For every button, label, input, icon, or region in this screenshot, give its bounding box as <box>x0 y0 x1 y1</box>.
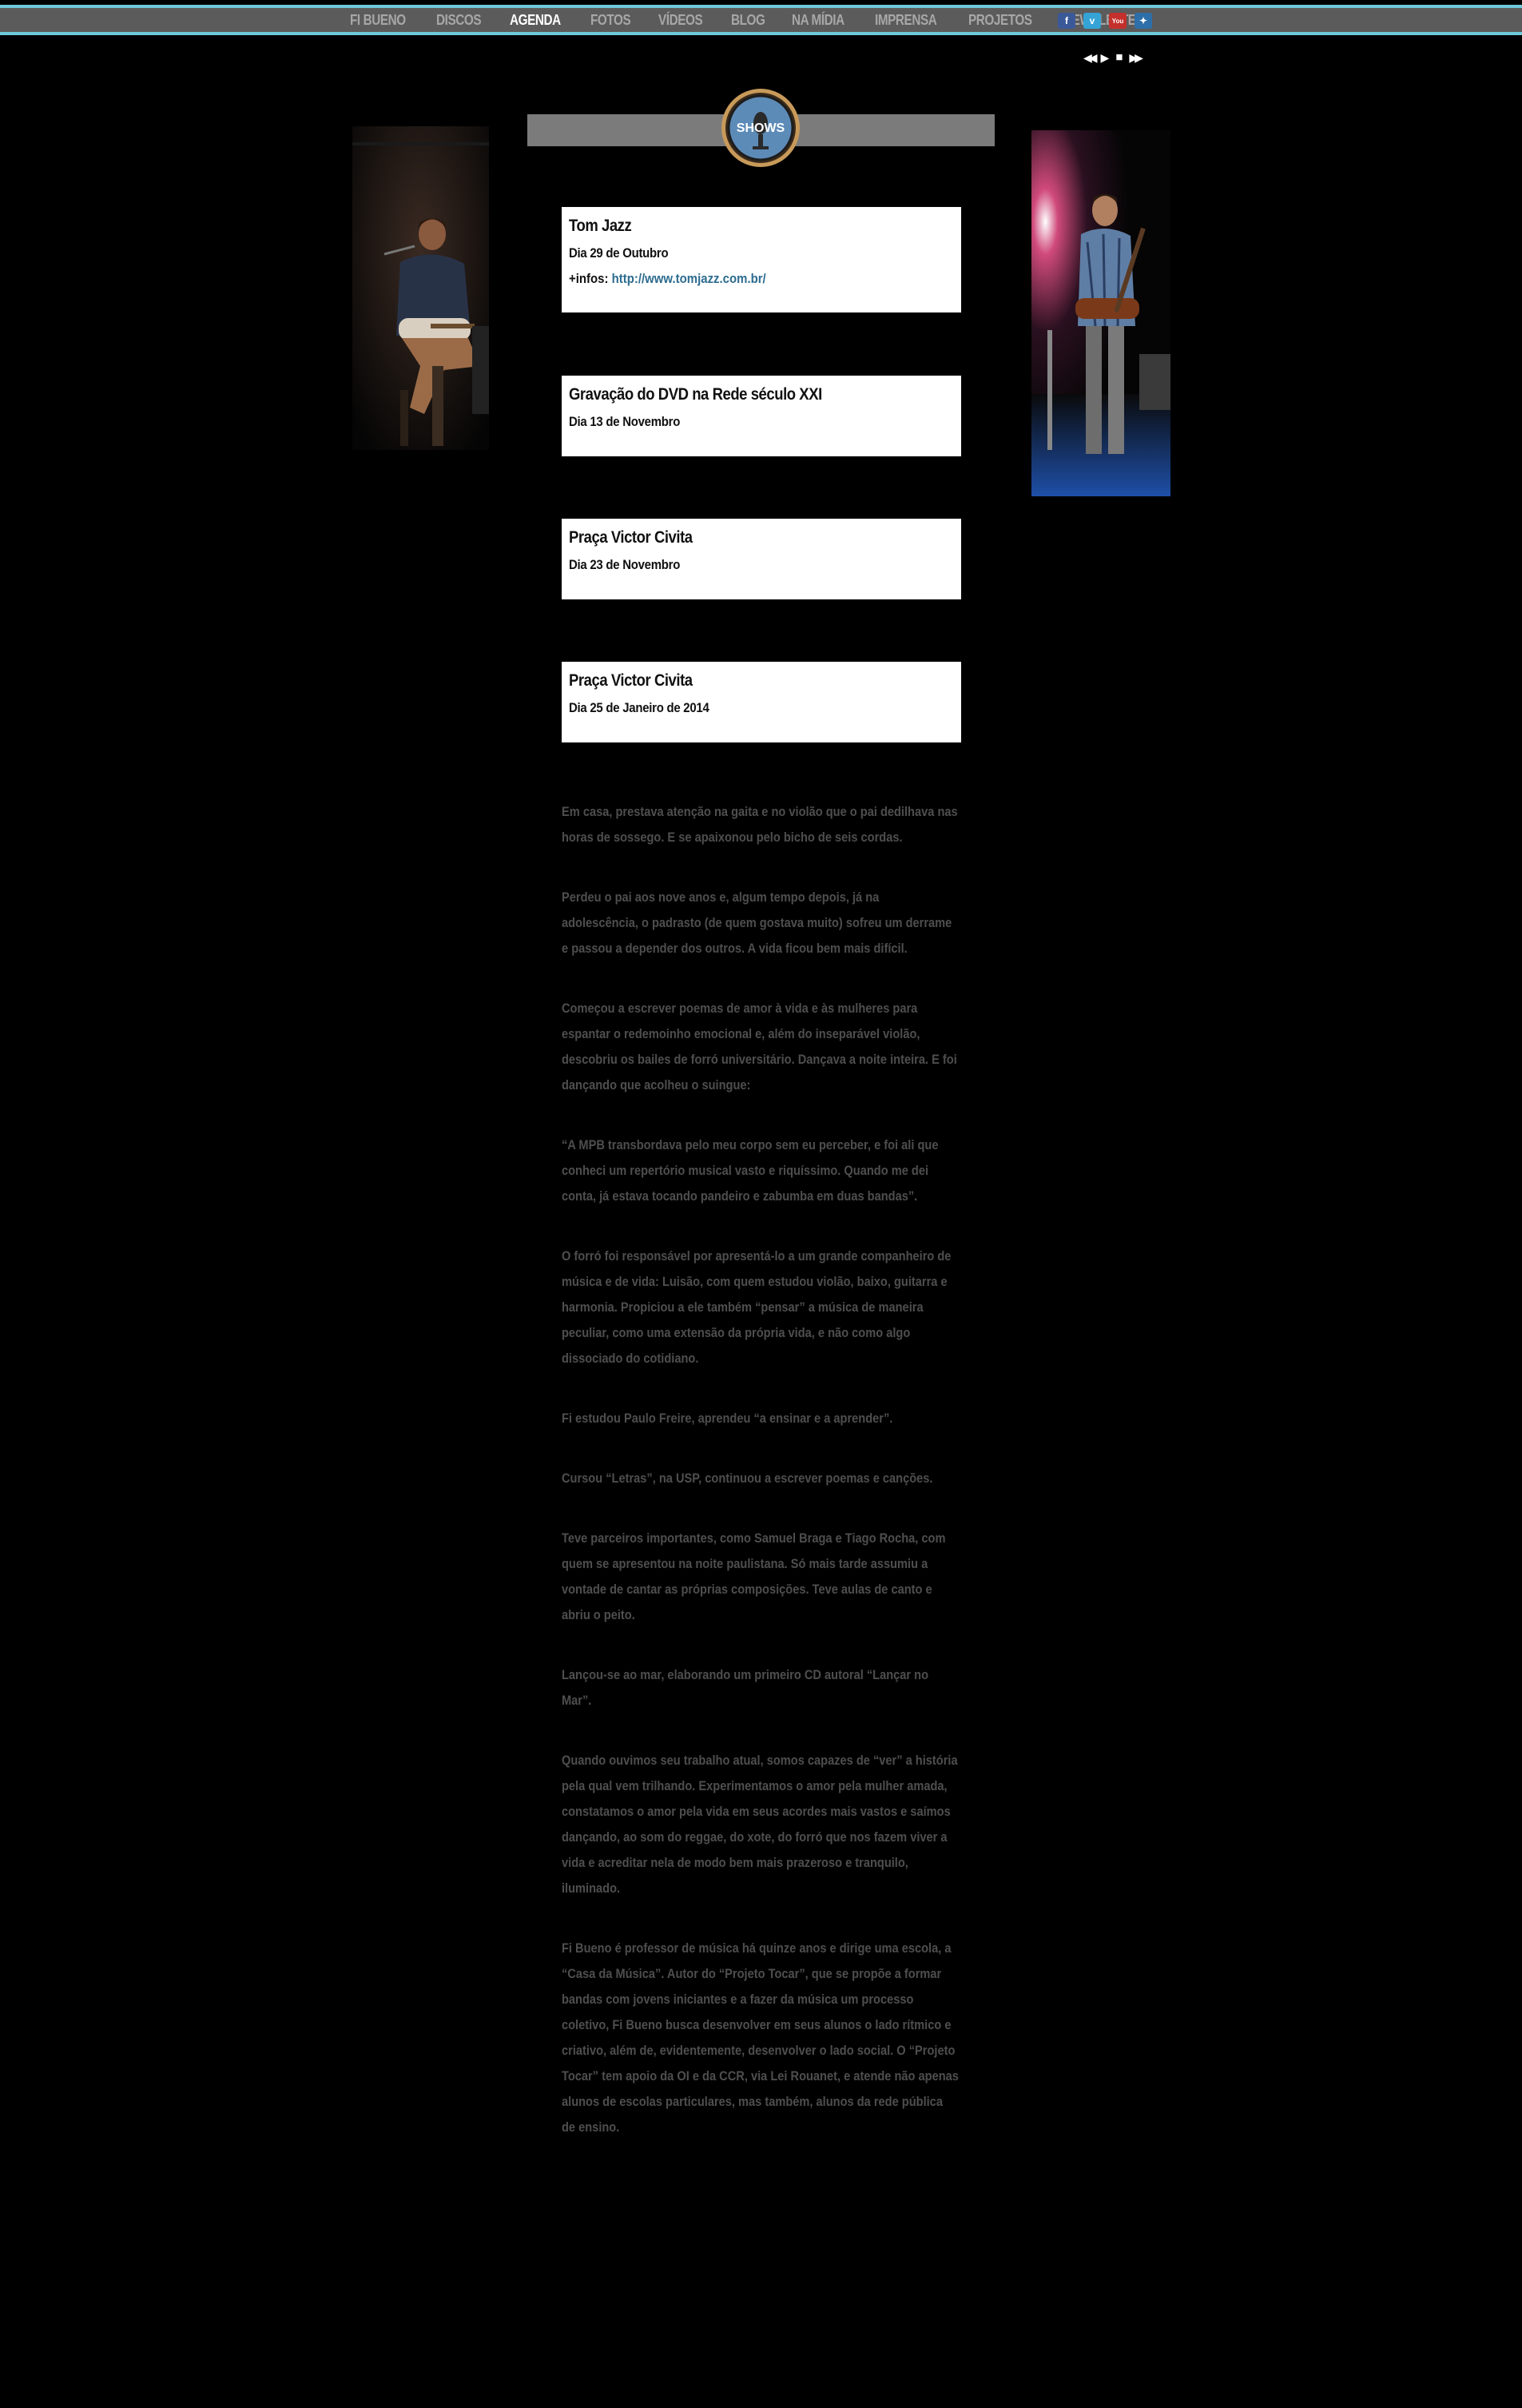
bio-paragraph: Cursou “Letras”, na USP, continuou a esc… <box>562 1471 933 1486</box>
bio-paragraph: Teve parceiros importantes, como Samuel … <box>562 1530 946 1622</box>
nav-item-discos[interactable]: DISCOS <box>436 12 482 29</box>
stop-icon[interactable]: ■ <box>1115 50 1123 66</box>
bio-paragraph: “A MPB transbordava pelo meu corpo sem e… <box>562 1137 939 1204</box>
event-date: Dia 23 de Novembro <box>569 557 681 572</box>
event-date: Dia 29 de Outubro <box>569 245 669 261</box>
music-player-controls: ◀◀ ▶ ■ ▶▶ <box>1083 50 1143 66</box>
nav-item-blog[interactable]: BLOG <box>731 12 765 29</box>
facebook-icon[interactable]: f <box>1058 13 1075 29</box>
event-info-link[interactable]: http://www.tomjazz.com.br/ <box>612 271 766 286</box>
bio-paragraph: O forró foi responsável por apresentá-lo… <box>562 1248 952 1366</box>
nav-item-agenda[interactable]: AGENDA <box>510 12 561 29</box>
myspace-icon[interactable]: ✦ <box>1135 13 1152 29</box>
event-title: Praça Victor Civita <box>569 671 693 690</box>
event-card: Praça Victor Civita Dia 23 de Novembro <box>562 519 961 599</box>
bio-paragraph: Quando ouvimos seu trabalho atual, somos… <box>562 1753 958 1896</box>
bio-paragraph: Fi Bueno é professor de música há quinze… <box>562 1940 959 2135</box>
vimeo-icon[interactable]: v <box>1083 13 1101 29</box>
event-title: Praça Victor Civita <box>569 528 693 547</box>
social-links: f v You ✦ <box>1058 13 1152 29</box>
event-card: Tom Jazz Dia 29 de Outubro +infos: http:… <box>562 207 961 312</box>
top-navigation-bar: FI BUENO DISCOS AGENDA FOTOS VÍDEOS BLOG… <box>0 0 1522 40</box>
event-date: Dia 13 de Novembro <box>569 414 681 429</box>
rewind-icon[interactable]: ◀◀ <box>1083 50 1097 66</box>
bio-paragraph: Fi estudou Paulo Freire, aprendeu “a ens… <box>562 1411 893 1426</box>
bio-paragraph: Perdeu o pai aos nove anos e, algum temp… <box>562 890 952 956</box>
nav-item-videos[interactable]: VÍDEOS <box>658 12 703 29</box>
nav-item-projetos[interactable]: PROJETOS <box>968 12 1032 29</box>
biography-text: Em casa, prestava atenção na gaita e no … <box>562 799 961 2175</box>
event-card: Gravação do DVD na Rede século XXI Dia 1… <box>562 376 961 456</box>
nav-item-na-midia[interactable]: NA MÍDIA <box>792 12 844 29</box>
youtube-icon[interactable]: You <box>1109 13 1127 29</box>
event-info-label: +infos: <box>569 271 609 286</box>
event-title: Tom Jazz <box>569 217 632 235</box>
nav-item-fi-bueno[interactable]: FI BUENO <box>350 12 406 29</box>
bio-paragraph: Em casa, prestava atenção na gaita e no … <box>562 804 958 845</box>
badge-label: SHOWS <box>737 121 785 135</box>
right-concert-photo <box>1031 130 1170 496</box>
event-card: Praça Victor Civita Dia 25 de Janeiro de… <box>562 662 961 742</box>
main-menu: FI BUENO DISCOS AGENDA FOTOS VÍDEOS BLOG… <box>350 8 1179 32</box>
nav-bottom-stripe <box>0 32 1522 35</box>
event-title: Gravação do DVD na Rede século XXI <box>569 385 822 404</box>
bio-paragraph: Lançou-se ao mar, elaborando um primeiro… <box>562 1667 929 1708</box>
fast-forward-icon[interactable]: ▶▶ <box>1129 50 1142 66</box>
bio-paragraph: Começou a escrever poemas de amor à vida… <box>562 1001 957 1093</box>
nav-item-fotos[interactable]: FOTOS <box>590 12 631 29</box>
left-concert-photo <box>352 126 489 472</box>
nav-item-imprensa[interactable]: IMPRENSA <box>875 12 937 29</box>
event-info: +infos: http://www.tomjazz.com.br/ <box>569 271 766 287</box>
shows-badge: SHOWS <box>721 89 800 167</box>
event-date: Dia 25 de Janeiro de 2014 <box>569 700 709 715</box>
play-icon[interactable]: ▶ <box>1101 50 1110 66</box>
